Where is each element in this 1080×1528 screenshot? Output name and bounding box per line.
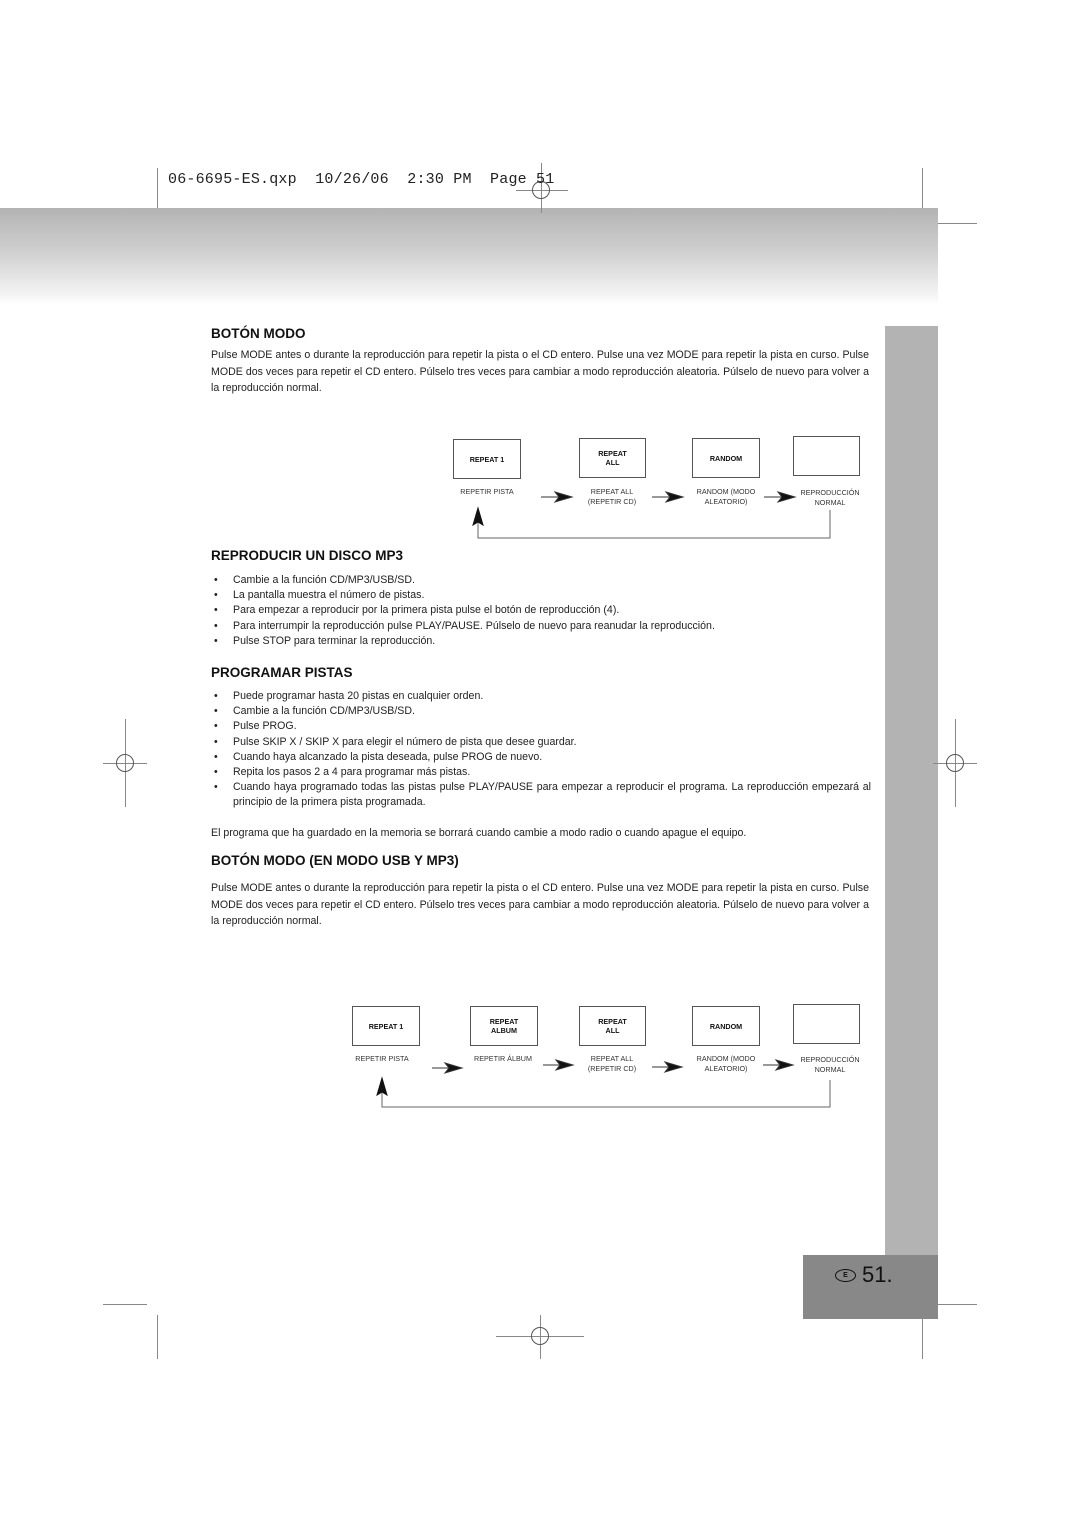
language-e-icon: E (835, 1268, 856, 1282)
section-body-boton-modo-usb: Pulse MODE antes o durante la reproducci… (211, 882, 869, 927)
mode-box-random: RANDOM (692, 438, 760, 478)
crop-mark (933, 223, 977, 224)
list-item: Pulse STOP para terminar la reproducción… (211, 634, 871, 649)
page-number-text: 51. (862, 1262, 893, 1287)
side-tab-bar (885, 326, 938, 1256)
page-number: E 51. (835, 1262, 893, 1288)
section-title-programar: PROGRAMAR PISTAS (211, 665, 353, 680)
list-reproducir-mp3: Cambie a la función CD/MP3/USB/SD. La pa… (211, 573, 871, 649)
loop-back-arrow (472, 506, 831, 539)
loop-back-arrow (376, 1076, 831, 1108)
list-item: Cuando haya programado todas las pistas … (211, 780, 871, 810)
mode-box-repeat-1: REPEAT 1 (453, 439, 521, 479)
list-item: Cambie a la función CD/MP3/USB/SD. (211, 573, 871, 588)
arrow-right-icon (652, 491, 685, 503)
file-slug: 06-6695-ES.qxp 10/26/06 2:30 PM Page 51 (168, 171, 555, 188)
mode-box-normal (793, 436, 860, 476)
list-item: Pulse SKIP X / SKIP X para elegir el núm… (211, 735, 871, 750)
registration-mark (531, 1327, 549, 1345)
list-item: Para interrumpir la reproducción pulse P… (211, 619, 871, 634)
list-item: La pantalla muestra el número de pistas. (211, 588, 871, 603)
list-item: Repita los pasos 2 a 4 para programar má… (211, 765, 871, 780)
list-programar: Puede programar hasta 20 pistas en cualq… (211, 689, 871, 811)
registration-mark (946, 754, 964, 772)
mode-box-random: RANDOM (692, 1006, 760, 1046)
registration-mark (116, 754, 134, 772)
list-item: Cambie a la función CD/MP3/USB/SD. (211, 704, 871, 719)
section-body-boton-modo: Pulse MODE antes o durante la reproducci… (211, 349, 869, 394)
arrow-right-icon (541, 491, 574, 503)
arrow-right-icon (652, 1061, 684, 1073)
crop-mark (103, 1304, 147, 1305)
section-title-reproducir-mp3: REPRODUCIR UN DISCO MP3 (211, 548, 404, 563)
crop-mark (933, 1304, 977, 1305)
arrow-right-icon (543, 1059, 575, 1071)
arrow-right-icon (764, 491, 797, 503)
crop-mark (922, 1315, 923, 1359)
mode-box-repeat-album: REPEAT ALBUM (470, 1006, 538, 1046)
list-item: Puede programar hasta 20 pistas en cualq… (211, 689, 871, 704)
list-item: Cuando haya alcanzado la pista deseada, … (211, 750, 871, 765)
mode-box-normal (793, 1004, 860, 1044)
list-item: Pulse PROG. (211, 719, 871, 734)
mode-box-repeat-all: REPEAT ALL (579, 438, 646, 478)
mode-box-repeat-1: REPEAT 1 (352, 1006, 420, 1046)
flow-arrows-diagram-2 (376, 1059, 831, 1108)
arrow-right-icon (432, 1062, 464, 1074)
flow-arrows-diagram-1 (472, 491, 831, 539)
list-item: Para empezar a reproducir por la primera… (211, 603, 871, 618)
arrow-right-icon (763, 1059, 795, 1071)
programar-note: El programa que ha guardado en la memori… (211, 827, 747, 839)
section-title-boton-modo: BOTÓN MODO (211, 326, 306, 341)
section-title-boton-modo-usb: BOTÓN MODO (EN MODO USB Y MP3) (211, 853, 459, 868)
mode-box-repeat-all: REPEAT ALL (579, 1006, 646, 1046)
header-gradient-band (0, 208, 938, 304)
crop-mark (157, 1315, 158, 1359)
